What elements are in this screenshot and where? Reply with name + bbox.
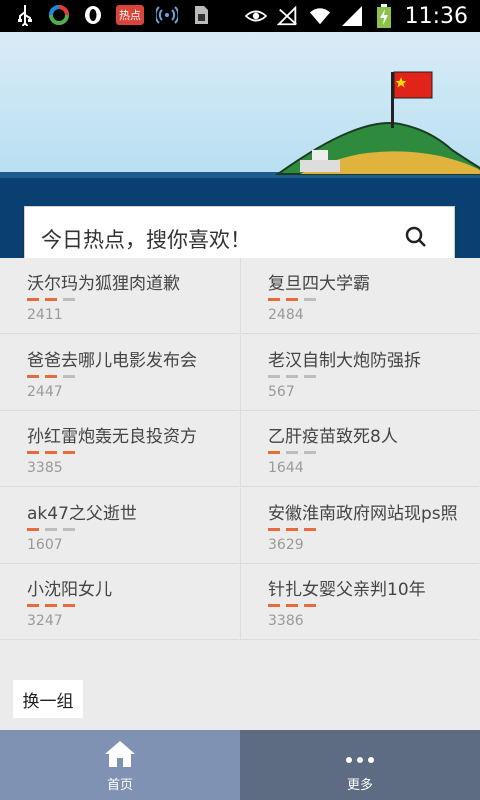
hot-topic-item[interactable]: 爸爸去哪儿电影发布会 2447 xyxy=(0,334,239,411)
heat-level-bar xyxy=(45,374,57,378)
hot-topic-item[interactable]: 孙红雷炮轰无良投资方 3385 xyxy=(0,411,239,488)
heat-level-bar xyxy=(268,527,280,531)
hot-topic-item[interactable]: 复旦四大学霸 2484 xyxy=(240,258,479,334)
header-banner: 今日热点，搜你喜欢！ xyxy=(0,32,480,258)
hot-topic-title: 乙肝疫苗致死8人 xyxy=(268,427,398,448)
no-signal-icon xyxy=(276,5,299,27)
heat-level-bar xyxy=(268,604,280,608)
hot-topic-item[interactable]: 小沈阳女儿 3247 xyxy=(0,564,239,641)
heat-level-bar xyxy=(286,604,298,608)
hot-topic-count: 3247 xyxy=(27,613,63,630)
status-bar-right: 11:36 xyxy=(244,0,468,32)
hot-topic-count: 3629 xyxy=(268,536,304,553)
heat-level-indicator xyxy=(27,451,75,455)
heat-level-bar xyxy=(286,451,298,455)
heat-level-bar xyxy=(45,604,57,608)
heat-level-indicator xyxy=(268,604,316,608)
signal-icon xyxy=(341,5,363,27)
heat-level-bar xyxy=(286,374,298,378)
heat-level-indicator xyxy=(268,451,316,455)
heat-level-bar xyxy=(45,527,57,531)
heat-level-bar xyxy=(304,604,316,608)
hot-topic-title: 小沈阳女儿 xyxy=(27,580,112,601)
hot-topic-title: 复旦四大学霸 xyxy=(268,274,370,294)
heat-level-indicator xyxy=(27,527,75,531)
hot-topic-title: 沃尔玛为狐狸肉道歉 xyxy=(27,274,180,294)
status-clock: 11:36 xyxy=(404,3,468,29)
heat-level-bar xyxy=(45,451,57,455)
hot-topic-title: 安徽淮南政府网站现ps照 xyxy=(268,503,458,524)
heat-level-indicator xyxy=(27,374,75,378)
hot-topic-item[interactable]: 安徽淮南政府网站现ps照 3629 xyxy=(240,487,479,564)
heat-level-bar xyxy=(27,527,39,531)
opera-icon xyxy=(82,4,104,26)
heat-level-bar xyxy=(27,374,39,378)
heat-level-bar xyxy=(27,298,39,301)
heat-level-bar xyxy=(304,527,316,531)
hot-topic-count: 1607 xyxy=(27,536,63,553)
hot-topic-title: 孙红雷炮轰无良投资方 xyxy=(27,427,197,448)
heat-level-indicator xyxy=(268,527,316,531)
heat-level-indicator xyxy=(268,298,316,301)
heat-level-bar xyxy=(45,298,57,301)
hot-topic-count: 3386 xyxy=(268,613,304,630)
hot-news-app-icon: 热点 xyxy=(116,5,144,25)
heat-level-bar xyxy=(268,374,280,378)
heat-level-bar xyxy=(286,527,298,531)
heat-level-bar xyxy=(27,604,39,608)
hot-topic-item[interactable]: 乙肝疫苗致死8人 1644 xyxy=(240,411,479,488)
heat-level-bar xyxy=(63,298,75,301)
heat-level-bar xyxy=(63,527,75,531)
nav-more-tab[interactable]: 更多 xyxy=(240,730,480,800)
heat-level-bar xyxy=(304,374,316,378)
hot-topic-item[interactable]: ak47之父逝世 1607 xyxy=(0,487,239,564)
eye-icon xyxy=(244,5,267,27)
search-box[interactable]: 今日热点，搜你喜欢！ xyxy=(24,206,455,258)
wifi-icon xyxy=(309,5,331,27)
hot-topic-title: 爸爸去哪儿电影发布会 xyxy=(27,350,197,371)
heat-level-indicator xyxy=(27,298,75,301)
nav-more-label: 更多 xyxy=(346,778,373,793)
sd-card-icon xyxy=(190,4,212,26)
heat-level-indicator xyxy=(27,604,75,608)
battery-charging-icon xyxy=(373,4,395,28)
nav-home-tab[interactable]: 首页 xyxy=(0,730,240,800)
heat-level-bar xyxy=(63,451,75,455)
hot-topic-item[interactable]: 针扎女婴父亲判10年 3386 xyxy=(240,564,479,641)
heat-level-bar xyxy=(268,298,280,301)
hot-topic-count: 2411 xyxy=(27,307,63,323)
status-bar: 热点 11:36 xyxy=(0,0,480,32)
heat-level-indicator xyxy=(268,374,316,378)
heat-level-bar xyxy=(63,374,75,378)
heat-level-bar xyxy=(286,298,298,301)
hot-topic-title: 老汉自制大炮防强拆 xyxy=(268,350,421,371)
home-icon xyxy=(104,740,136,772)
heat-level-bar xyxy=(304,298,316,301)
bottom-nav: 首页 更多 xyxy=(0,730,480,800)
search-icon[interactable] xyxy=(404,225,428,249)
hot-topic-item[interactable]: 老汉自制大炮防强拆 567 xyxy=(240,334,479,411)
hot-topic-count: 1644 xyxy=(268,460,304,477)
refresh-group-button[interactable]: 换一组 xyxy=(13,680,83,718)
nav-home-label: 首页 xyxy=(106,778,133,793)
colorful-ring-icon xyxy=(48,4,70,26)
hot-topic-count: 567 xyxy=(268,383,295,400)
usb-icon xyxy=(14,4,36,26)
hot-topic-count: 2447 xyxy=(27,383,63,400)
status-bar-left: 热点 xyxy=(14,4,212,26)
hot-topic-title: ak47之父逝世 xyxy=(27,503,137,524)
wifi-hotspot-icon xyxy=(156,4,178,26)
heat-level-bar xyxy=(27,451,39,455)
heat-level-bar xyxy=(63,604,75,608)
hot-topic-title: 针扎女婴父亲判10年 xyxy=(268,580,426,601)
heat-level-bar xyxy=(268,451,280,455)
more-dots-icon xyxy=(343,740,377,772)
hot-topic-item[interactable]: 沃尔玛为狐狸肉道歉 2411 xyxy=(0,258,239,334)
hot-topic-count: 2484 xyxy=(268,307,304,323)
hot-topic-count: 3385 xyxy=(27,460,63,477)
search-placeholder[interactable]: 今日热点，搜你喜欢！ xyxy=(41,224,251,254)
heat-level-bar xyxy=(304,451,316,455)
